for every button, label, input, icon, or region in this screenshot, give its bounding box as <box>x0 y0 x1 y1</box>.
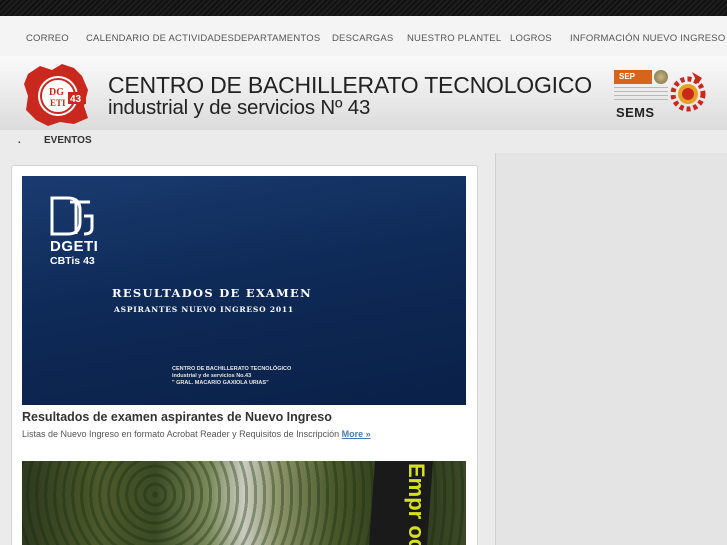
image-small-line-3: " GRAL. MACARIO GAXIOLA URIAS" <box>172 380 269 386</box>
image-small-line-1: CENTRO DE BACHILLERATO TECNOLÓGICO <box>172 366 292 372</box>
site-title: CENTRO DE BACHILLERATO TECNOLOGICO <box>108 72 592 98</box>
nav-item-informacion-nuevo-ingreso[interactable]: INFORMACIÓN NUEVO INGRESO <box>570 33 725 44</box>
nav-item-descargas[interactable]: DESCARGAS <box>332 33 393 44</box>
image-dgeti-text: DGETI <box>50 238 99 255</box>
image-subheadline: ASPIRANTES NUEVO INGRESO 2011 <box>114 305 294 314</box>
sep-label: SEP <box>614 70 652 84</box>
svg-text:ETI: ETI <box>50 98 66 108</box>
nav-item-calendario[interactable]: CALENDARIO DE ACTIVIDADES <box>86 33 234 44</box>
sems-label: SEMS <box>616 105 655 120</box>
right-sidebar <box>495 153 727 545</box>
sep-sems-logo-icon[interactable]: SEP SEMS <box>614 70 668 120</box>
subnav-item-eventos[interactable]: EVENTOS <box>44 135 92 146</box>
article-description-text: Listas de Nuevo Ingreso en formato Acrob… <box>22 429 342 439</box>
article-image-resultados[interactable]: DGETI CBTis 43 RESULTADOS DE EXAMEN ASPI… <box>22 176 466 405</box>
event-photo[interactable]: Empr odo <box>22 461 466 545</box>
nav-item-logros[interactable]: LOGROS <box>510 33 552 44</box>
nav-item-departamentos[interactable]: DEPARTAMENTOS <box>234 33 320 44</box>
svg-text:43: 43 <box>70 94 82 105</box>
dgeti-logo-icon <box>50 196 94 236</box>
article-title[interactable]: Resultados de examen aspirantes de Nuevo… <box>22 410 332 424</box>
top-dark-bar <box>0 0 727 16</box>
image-cbtis-text: CBTis 43 <box>50 255 95 267</box>
nav-item-correo[interactable]: CORREO <box>26 33 69 44</box>
image-headline: RESULTADOS DE EXAMEN <box>112 286 312 300</box>
sep-caption-lines <box>614 87 668 103</box>
image-small-line-2: industrial y de servicios No.43 <box>172 373 252 379</box>
mexico-seal-icon <box>654 70 668 84</box>
photo-banner-text: Empr odo <box>404 463 429 545</box>
nav-item-nuestro-plantel[interactable]: NUESTRO PLANTEL <box>407 33 501 44</box>
svg-text:DG: DG <box>49 87 64 98</box>
cbtis-43-logo-icon[interactable]: DG ETI 43 <box>22 62 90 128</box>
site-subtitle: industrial y de servicios Nº 43 <box>108 96 371 119</box>
sub-navigation: . EVENTOS <box>0 130 727 153</box>
dgeti-gear-logo-icon[interactable] <box>668 70 708 114</box>
article-description: Listas de Nuevo Ingreso en formato Acrob… <box>22 429 371 439</box>
subnav-dot: . <box>18 135 21 146</box>
more-link[interactable]: More » <box>342 429 371 439</box>
